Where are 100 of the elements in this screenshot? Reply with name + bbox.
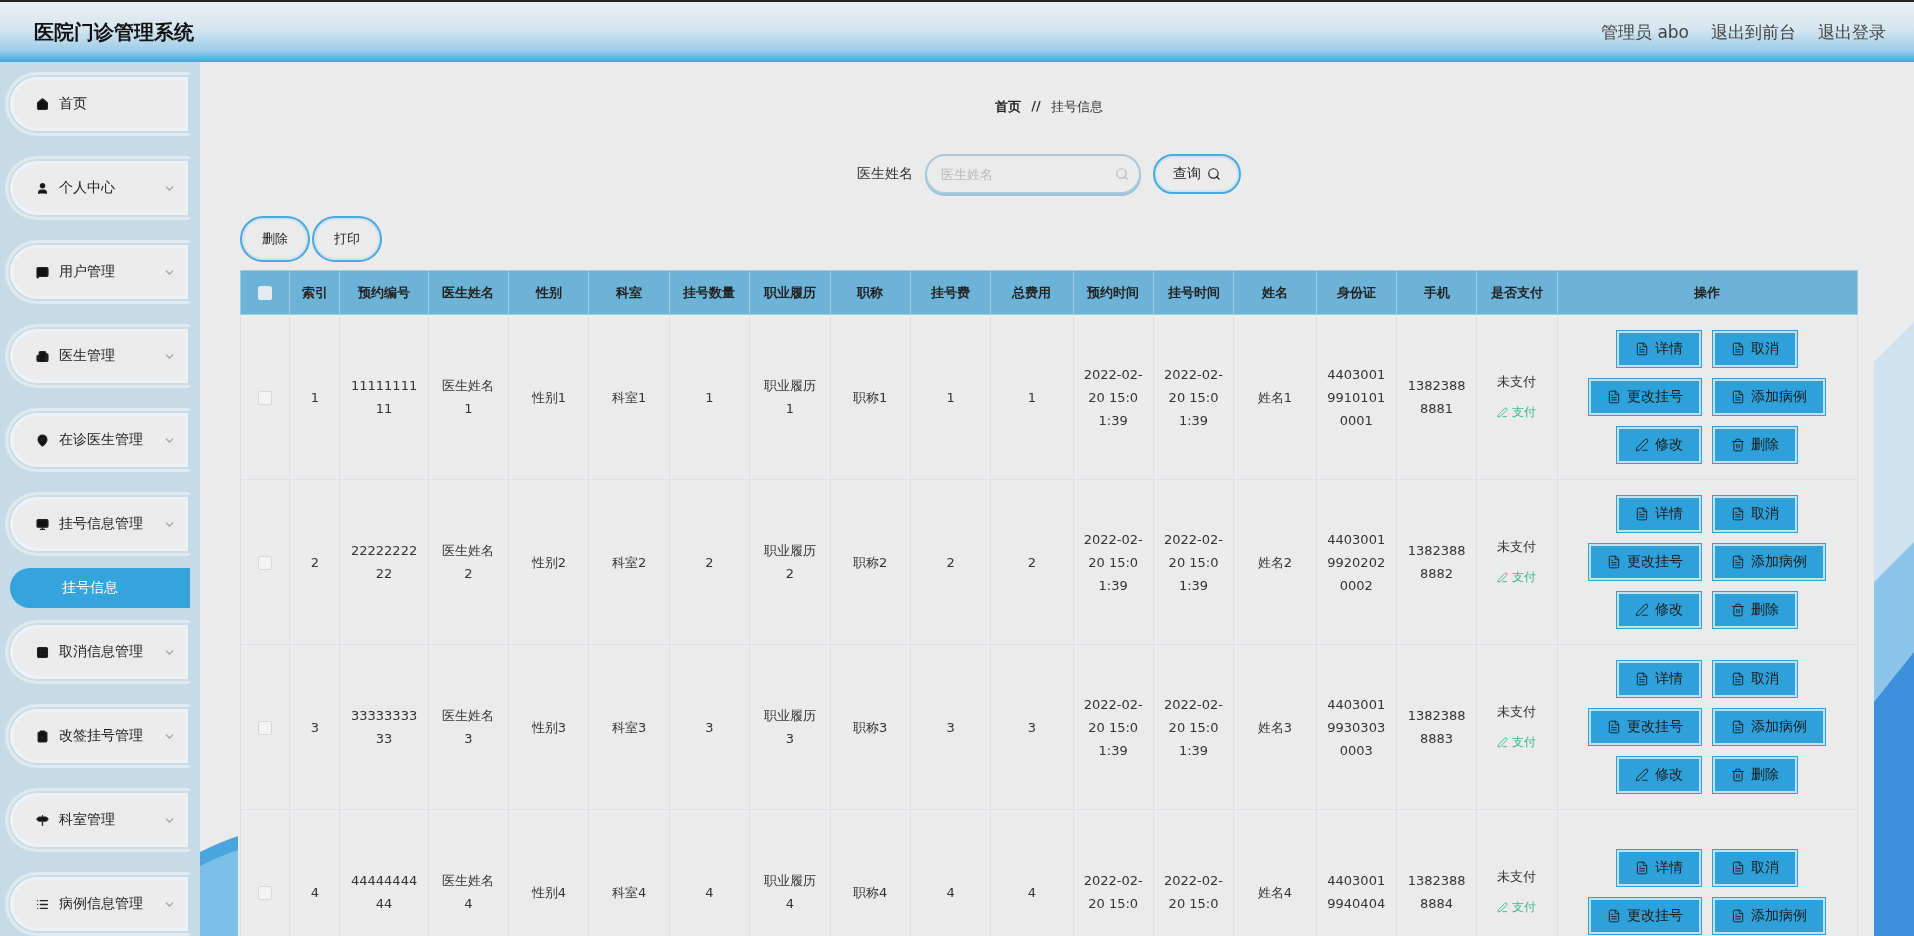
document-icon xyxy=(1731,390,1746,404)
table-cell: 440300199101010001 xyxy=(1316,314,1397,480)
column-header: 操作 xyxy=(1557,270,1858,315)
document-icon xyxy=(1731,342,1746,356)
header-link[interactable]: 退出登录 xyxy=(1818,20,1886,44)
column-header: 性别 xyxy=(508,270,589,315)
sidebar-item[interactable]: 科室管理 xyxy=(5,788,190,852)
select-all-checkbox[interactable] xyxy=(258,286,273,301)
column-header: 职称 xyxy=(830,270,911,315)
breadcrumb-link[interactable]: 首页 xyxy=(995,98,1022,116)
column-header: 挂号费 xyxy=(910,270,991,315)
table-cell: 职业履历2 xyxy=(749,479,830,645)
action-button[interactable]: 修改 xyxy=(1617,757,1702,793)
action-button[interactable]: 修改 xyxy=(1617,592,1702,628)
pen-icon xyxy=(1635,603,1650,617)
action-button[interactable]: 更改挂号 xyxy=(1589,898,1702,934)
table-cell: 3333333333 xyxy=(339,644,429,810)
sidebar-item[interactable]: 用户管理 xyxy=(5,240,190,304)
table-cell: 性别2 xyxy=(508,479,589,645)
action-button[interactable]: 更改挂号 xyxy=(1589,379,1702,415)
action-button[interactable]: 取消 xyxy=(1713,331,1798,367)
pen-icon xyxy=(1635,768,1650,782)
column-header: 总费用 xyxy=(990,270,1074,315)
row-checkbox[interactable] xyxy=(258,721,273,735)
toolbar-button[interactable]: 删除 xyxy=(240,216,310,262)
pen-icon xyxy=(1497,737,1509,748)
table-cell: 3 xyxy=(990,644,1074,810)
sidebar-item[interactable]: 病例信息管理 xyxy=(5,872,190,936)
table-cell: 医生姓名2 xyxy=(428,479,509,645)
column-header: 索引 xyxy=(289,270,340,315)
search-button[interactable]: 查询 xyxy=(1153,154,1241,194)
table-cell: 2022-02-20 15:01:39 xyxy=(1153,644,1234,810)
table-cell: 13823888882 xyxy=(1396,479,1477,645)
column-header: 是否支付 xyxy=(1476,270,1558,315)
table-cell: 姓名1 xyxy=(1233,314,1317,480)
table-cell: 2022-02-20 15:01:39 xyxy=(1153,314,1234,480)
document-icon xyxy=(1731,672,1746,686)
action-button[interactable]: 添加病例 xyxy=(1713,379,1826,415)
column-header: 预约编号 xyxy=(339,270,429,315)
user-label: 管理员 abo xyxy=(1601,20,1689,44)
table-cell: 性别1 xyxy=(508,314,589,480)
action-button[interactable]: 详情 xyxy=(1617,496,1702,532)
table-cell: 3 xyxy=(289,644,340,810)
menu-icon xyxy=(36,645,49,659)
trash-icon xyxy=(1731,768,1746,782)
sidebar-item[interactable]: 改签挂号管理 xyxy=(5,704,190,768)
action-button[interactable]: 添加病例 xyxy=(1713,544,1826,580)
action-button[interactable]: 取消 xyxy=(1713,850,1798,886)
table-cell: 2022-02-20 15:01:39 xyxy=(1073,479,1154,645)
table-cell: 13823888883 xyxy=(1396,644,1477,810)
row-checkbox[interactable] xyxy=(258,886,273,900)
column-header: 手机 xyxy=(1396,270,1477,315)
row-checkbox[interactable] xyxy=(258,556,273,570)
menu-icon xyxy=(36,729,49,743)
table-cell: 2 xyxy=(910,479,991,645)
header-link[interactable]: 退出到前台 xyxy=(1711,20,1796,44)
table-cell: 职业履历1 xyxy=(749,314,830,480)
sidebar-item[interactable]: 首页 xyxy=(5,72,190,136)
pen-icon xyxy=(1635,438,1650,452)
menu-icon xyxy=(36,181,49,195)
document-icon xyxy=(1607,390,1622,404)
pen-icon xyxy=(1497,572,1509,583)
search-label: 医生姓名 xyxy=(857,165,913,183)
table-cell: 3 xyxy=(669,644,750,810)
document-icon xyxy=(1731,861,1746,875)
action-button[interactable]: 删除 xyxy=(1713,757,1798,793)
action-button[interactable]: 详情 xyxy=(1617,661,1702,697)
toolbar-button[interactable]: 打印 xyxy=(312,216,382,262)
action-button[interactable]: 详情 xyxy=(1617,850,1702,886)
action-button[interactable]: 删除 xyxy=(1713,592,1798,628)
action-button[interactable]: 修改 xyxy=(1617,427,1702,463)
table-cell: 2022-02-20 15:01:39 xyxy=(1153,479,1234,645)
table-cell: 2 xyxy=(289,479,340,645)
sidebar-item[interactable]: 取消信息管理 xyxy=(5,620,190,684)
action-button[interactable]: 添加病例 xyxy=(1713,898,1826,934)
table-cell: 科室1 xyxy=(588,314,670,480)
row-checkbox[interactable] xyxy=(258,391,273,405)
sidebar-item[interactable]: 挂号信息管理 xyxy=(5,492,190,556)
table-cell: 2 xyxy=(669,479,750,645)
menu-icon xyxy=(36,265,49,279)
action-button[interactable]: 删除 xyxy=(1713,427,1798,463)
action-button[interactable]: 详情 xyxy=(1617,331,1702,367)
column-header: 挂号时间 xyxy=(1153,270,1234,315)
action-button[interactable]: 取消 xyxy=(1713,496,1798,532)
sidebar-item[interactable]: 个人中心 xyxy=(5,156,190,220)
table-cell: 职称2 xyxy=(830,479,911,645)
table-cell: 1 xyxy=(990,314,1074,480)
table-cell: 医生姓名1 xyxy=(428,314,509,480)
table-cell: 职称3 xyxy=(830,644,911,810)
sidebar-item[interactable]: 医生管理 xyxy=(5,324,190,388)
action-button[interactable]: 取消 xyxy=(1713,661,1798,697)
document-icon xyxy=(1731,909,1746,923)
sidebar-item[interactable]: 在诊医生管理 xyxy=(5,408,190,472)
action-button[interactable]: 添加病例 xyxy=(1713,709,1826,745)
action-button[interactable]: 更改挂号 xyxy=(1589,544,1702,580)
payment-status: 未支付 xyxy=(1497,538,1537,556)
action-button[interactable]: 更改挂号 xyxy=(1589,709,1702,745)
table-cell: 性别3 xyxy=(508,644,589,810)
table-cell: 职称1 xyxy=(830,314,911,480)
table-cell: 1 xyxy=(669,314,750,480)
